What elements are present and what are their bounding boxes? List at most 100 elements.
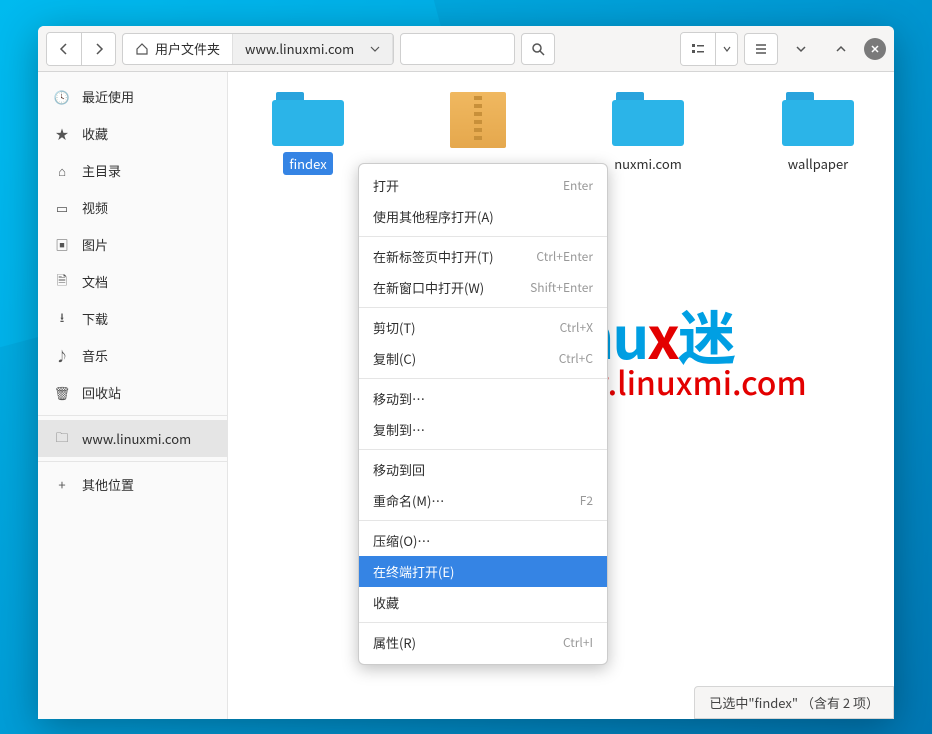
archive-icon: [450, 92, 506, 148]
file-label: [472, 154, 484, 158]
search-icon: [531, 42, 545, 56]
menu-label: 在终端打开(E): [373, 562, 454, 581]
menu-label: 压缩(O)…: [373, 531, 430, 550]
plus-icon: +: [54, 477, 70, 493]
file-manager-window: 用户文件夹 www.linuxmi.com: [38, 26, 894, 719]
search-button[interactable]: [521, 33, 555, 65]
back-button[interactable]: [47, 33, 81, 65]
menu-open[interactable]: 打开 Enter: [359, 170, 607, 201]
maximize-icon: [835, 43, 847, 55]
hamburger-menu-button[interactable]: [744, 33, 778, 65]
sidebar-item-other[interactable]: +其他位置: [38, 466, 227, 503]
menu-open-window[interactable]: 在新窗口中打开(W)Shift+Enter: [359, 272, 607, 303]
menu-shortcut: Ctrl+I: [563, 634, 593, 651]
close-button[interactable]: [864, 38, 886, 60]
menu-shortcut: Ctrl+X: [560, 319, 593, 336]
file-item-wallpaper[interactable]: wallpaper: [768, 92, 868, 175]
menu-separator: [359, 449, 607, 450]
sidebar-label: 文档: [82, 272, 108, 291]
sidebar-item-starred[interactable]: ★ 收藏: [38, 115, 227, 152]
path-home-segment[interactable]: 用户文件夹: [123, 34, 233, 64]
list-view-button[interactable]: [681, 33, 715, 65]
menu-label: 属性(R): [373, 633, 416, 652]
nav-buttons: [46, 32, 116, 66]
view-dropdown-button[interactable]: [715, 33, 737, 65]
menu-label: 移动到…: [373, 389, 425, 408]
close-icon: [870, 44, 880, 54]
sidebar-label: 主目录: [82, 161, 121, 180]
sidebar-separator: [38, 415, 227, 416]
sidebar-label: 收藏: [82, 124, 108, 143]
menu-move-to[interactable]: 移动到…: [359, 383, 607, 414]
menu-open-tab[interactable]: 在新标签页中打开(T)Ctrl+Enter: [359, 241, 607, 272]
menu-label: 重命名(M)…: [373, 491, 444, 510]
document-icon: 🗎: [54, 274, 70, 290]
sidebar-item-documents[interactable]: 🗎 文档: [38, 263, 227, 300]
download-icon: ⭳: [54, 311, 70, 327]
sidebar-label: 最近使用: [82, 87, 134, 106]
dropdown-icon: [370, 44, 380, 54]
menu-compress[interactable]: 压缩(O)…: [359, 525, 607, 556]
list-icon: [691, 42, 705, 56]
sidebar-item-pictures[interactable]: ▣图片: [38, 226, 227, 263]
menu-shortcut: Enter: [563, 177, 593, 194]
menu-open-terminal[interactable]: 在终端打开(E): [359, 556, 607, 587]
menu-label: 在新窗口中打开(W): [373, 278, 484, 297]
menu-label: 复制到…: [373, 420, 425, 439]
menu-label: 剪切(T): [373, 318, 416, 337]
file-label: nuxmi.com: [608, 152, 688, 175]
folder-icon: [612, 92, 684, 146]
menu-shortcut: F2: [580, 492, 593, 509]
forward-button[interactable]: [81, 33, 115, 65]
status-text: 已选中"findex" （含有 2 项）: [709, 693, 879, 712]
image-icon: ▣: [54, 237, 70, 253]
menu-star[interactable]: 收藏: [359, 587, 607, 618]
menu-copy[interactable]: 复制(C)Ctrl+C: [359, 343, 607, 374]
sidebar-item-linuxmi[interactable]: 🗀www.linuxmi.com: [38, 420, 227, 457]
sidebar-item-videos[interactable]: ▭ 视频: [38, 189, 227, 226]
sidebar-label: 视频: [82, 198, 108, 217]
sidebar-label: 下载: [82, 309, 108, 328]
video-icon: ▭: [54, 200, 70, 216]
sidebar-separator: [38, 461, 227, 462]
path-empty[interactable]: [400, 33, 515, 65]
file-label: wallpaper: [782, 152, 854, 175]
star-icon: ★: [54, 126, 70, 142]
menu-move-trash[interactable]: 移动到回: [359, 454, 607, 485]
menu-cut[interactable]: 剪切(T) Ctrl+X: [359, 312, 607, 343]
menu-label: 复制(C): [373, 349, 416, 368]
folder-icon: [272, 92, 344, 146]
menu-separator: [359, 622, 607, 623]
file-item-linuxmi[interactable]: nuxmi.com: [598, 92, 698, 175]
sidebar-item-music[interactable]: ♪音乐: [38, 337, 227, 374]
path-current-label: www.linuxmi.com: [245, 39, 354, 58]
view-switcher: [680, 32, 738, 66]
menu-label: 移动到回: [373, 460, 425, 479]
home-icon: ⌂: [54, 163, 70, 179]
trash-icon: 🗑: [54, 385, 70, 401]
menu-properties[interactable]: 属性(R) Ctrl+I: [359, 627, 607, 658]
menu-open-with[interactable]: 使用其他程序打开(A): [359, 201, 607, 232]
sidebar-item-downloads[interactable]: ⭳ 下载: [38, 300, 227, 337]
chevron-right-icon: [93, 43, 105, 55]
menu-separator: [359, 307, 607, 308]
sidebar-item-recent[interactable]: 🕓最近使用: [38, 78, 227, 115]
sidebar-item-home[interactable]: ⌂ 主目录: [38, 152, 227, 189]
titlebar: 用户文件夹 www.linuxmi.com: [38, 26, 894, 72]
menu-separator: [359, 236, 607, 237]
menu-copy-to[interactable]: 复制到…: [359, 414, 607, 445]
home-icon: [135, 42, 149, 56]
maximize-button[interactable]: [824, 33, 858, 65]
menu-separator: [359, 520, 607, 521]
sidebar-item-trash[interactable]: 🗑 回收站: [38, 374, 227, 411]
minimize-button[interactable]: [784, 33, 818, 65]
menu-rename[interactable]: 重命名(M)… F2: [359, 485, 607, 516]
chevron-left-icon: [58, 43, 70, 55]
file-label: findex: [283, 152, 332, 175]
chevron-down-icon: [723, 45, 731, 53]
sidebar-label: 回收站: [82, 383, 121, 402]
menu-label: 使用其他程序打开(A): [373, 207, 494, 226]
file-item-findex[interactable]: findex: [258, 92, 358, 175]
menu-label: 打开: [373, 176, 399, 195]
path-current-segment[interactable]: www.linuxmi.com: [233, 34, 393, 64]
